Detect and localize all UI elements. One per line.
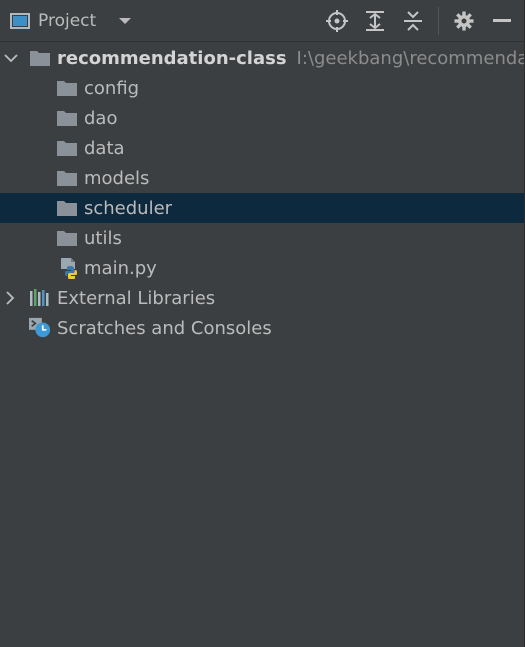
minimize-icon[interactable] [490, 9, 514, 33]
project-panel: Project recommendation-class I:\geekbang… [0, 0, 525, 647]
chevron-down-icon[interactable] [3, 50, 19, 66]
tree-item-label: Scratches and Consoles [57, 317, 272, 339]
python-file-icon [58, 258, 80, 279]
root-name: recommendation-class [57, 47, 287, 69]
tree-item-label: utils [84, 227, 122, 249]
tree-item-label: scheduler [84, 197, 173, 219]
tree-item-scheduler[interactable]: scheduler [0, 193, 524, 223]
panel-title[interactable]: Project [38, 11, 96, 31]
tree-item-config[interactable]: config [0, 73, 524, 103]
tree-item-models[interactable]: models [0, 163, 524, 193]
project-view-icon [10, 12, 30, 29]
tree-item-label: config [84, 77, 140, 99]
folder-icon [29, 49, 51, 67]
collapse-all-icon[interactable] [401, 9, 425, 33]
tree-item-utils[interactable]: utils [0, 223, 524, 253]
tree-item-dao[interactable]: dao [0, 103, 524, 133]
folder-icon [56, 199, 78, 217]
tree-item-label: External Libraries [57, 287, 216, 309]
tree-item-data[interactable]: data [0, 133, 524, 163]
tree-root-row[interactable]: recommendation-class I:\geekbang\recommen… [0, 43, 524, 73]
library-icon [29, 289, 51, 307]
tree-item-main-py[interactable]: main.py [0, 253, 524, 283]
tree-item-scratches[interactable]: Scratches and Consoles [0, 313, 524, 343]
tree-item-external-libraries[interactable]: External Libraries [0, 283, 524, 313]
root-path: I:\geekbang\recommendation [296, 47, 525, 69]
folder-icon [56, 229, 78, 247]
toolbar-separator [438, 6, 439, 35]
root-label: recommendation-class I:\geekbang\recommen… [57, 47, 525, 69]
chevron-right-icon[interactable] [2, 290, 18, 306]
gear-icon[interactable] [452, 9, 476, 33]
expand-all-icon[interactable] [363, 9, 387, 33]
folder-icon [56, 109, 78, 127]
locate-icon[interactable] [325, 9, 349, 33]
folder-icon [56, 79, 78, 97]
tree-item-label: data [84, 137, 125, 159]
folder-icon [56, 139, 78, 157]
chevron-down-icon[interactable] [116, 12, 134, 30]
project-tree: recommendation-class I:\geekbang\recommen… [0, 43, 524, 343]
tree-item-label: models [84, 167, 150, 189]
scratches-icon [29, 317, 51, 338]
tree-item-label: dao [84, 107, 118, 129]
folder-icon [56, 169, 78, 187]
project-toolbar: Project [0, 0, 524, 42]
tree-item-label: main.py [84, 257, 157, 279]
